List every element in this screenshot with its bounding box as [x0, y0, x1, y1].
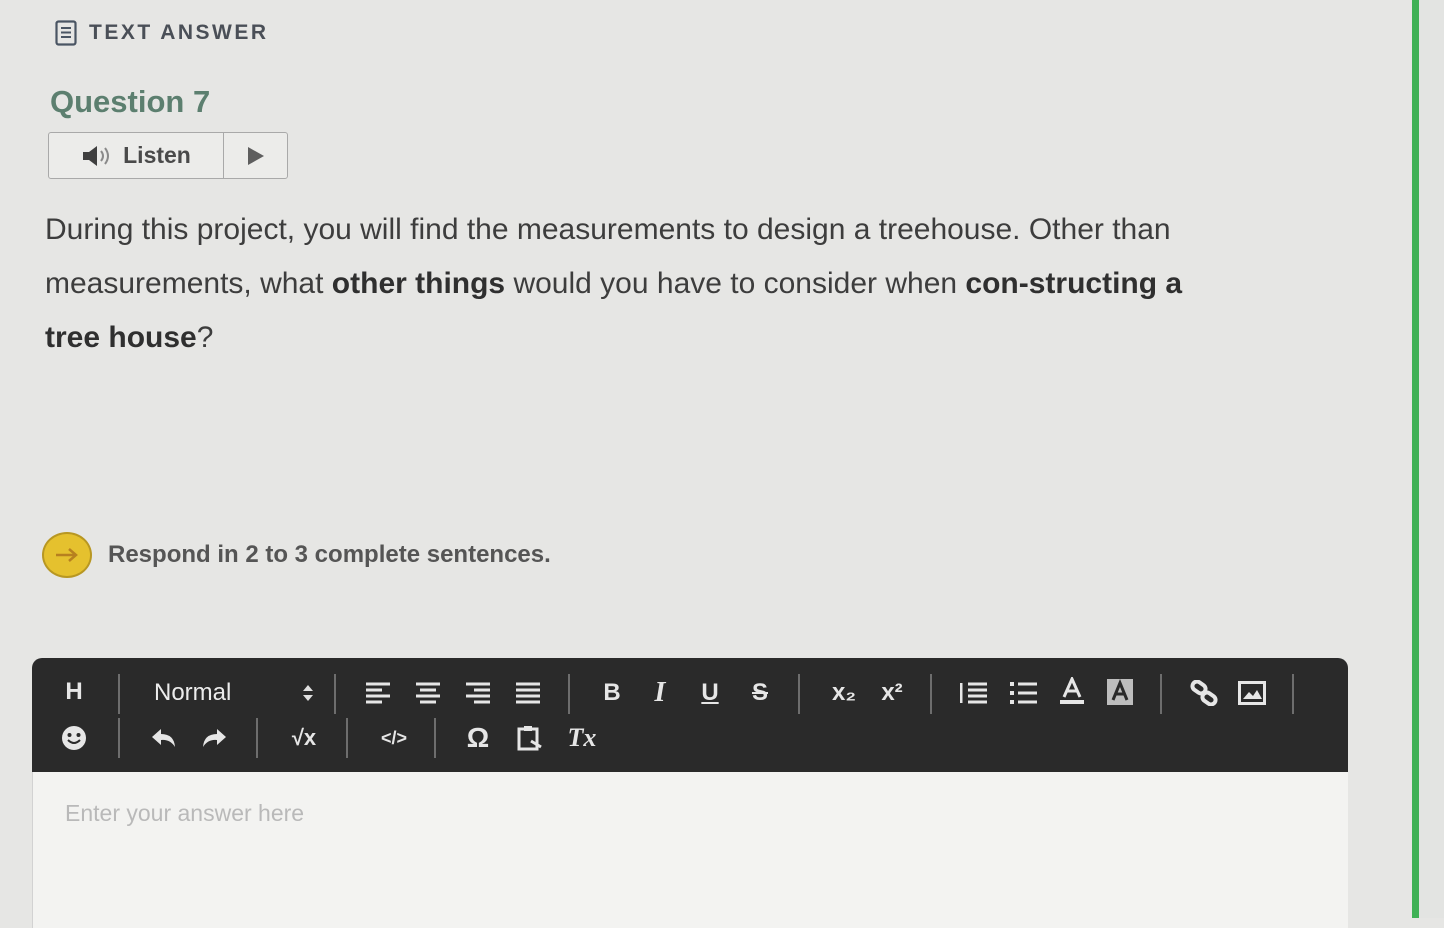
text-color-icon[interactable] [1056, 675, 1088, 707]
strikethrough-button[interactable]: S [744, 677, 776, 709]
speaker-icon [83, 145, 110, 166]
prompt-text-2: would you have to consider when [505, 267, 966, 300]
section-header: TEXT ANSWER [55, 20, 269, 46]
superscript-button[interactable]: x² [874, 677, 910, 709]
toolbar-divider [334, 674, 336, 714]
undo-icon[interactable] [148, 722, 180, 754]
align-left-icon[interactable] [362, 677, 394, 709]
bold-button[interactable]: B [596, 677, 628, 709]
ordered-list-icon[interactable] [958, 677, 990, 709]
question-title: Question 7 [50, 84, 211, 119]
toolbar-divider [568, 674, 570, 714]
arrow-right-icon [42, 532, 92, 578]
play-icon [247, 146, 264, 165]
question-prompt: During this project, you will find the m… [45, 203, 1240, 365]
prompt-emphasis-1: other things [331, 267, 506, 300]
highlight-color-icon[interactable] [1104, 676, 1136, 708]
listen-button[interactable]: Listen [49, 133, 224, 178]
toolbar-divider [930, 674, 932, 714]
toolbar-divider [256, 718, 258, 758]
formula-button[interactable]: √x [282, 722, 326, 754]
listen-label: Listen [123, 142, 191, 168]
underline-button[interactable]: U [694, 677, 726, 709]
format-select[interactable]: Normal [154, 674, 314, 712]
toolbar-divider [434, 718, 436, 758]
format-select-value: Normal [154, 679, 232, 706]
emoji-icon[interactable] [58, 722, 90, 754]
toolbar-divider [1292, 674, 1294, 714]
image-icon[interactable] [1236, 677, 1268, 709]
listen-widget: Listen [48, 132, 288, 179]
bullet-list-icon[interactable] [1008, 677, 1040, 709]
play-button[interactable] [224, 133, 287, 178]
italic-button[interactable]: I [644, 677, 676, 709]
select-arrows-icon [303, 685, 313, 701]
code-button[interactable]: </> [372, 722, 416, 754]
answer-area [32, 772, 1348, 928]
link-icon[interactable] [1188, 677, 1220, 709]
answer-editor: H Normal B I U S x₂ x² √x </> Ω Tx Enter… [32, 658, 1348, 928]
editor-toolbar: H Normal B I U S x₂ x² √x </> Ω Tx [32, 658, 1348, 772]
heading-button[interactable]: H [58, 676, 90, 708]
subscript-button[interactable]: x₂ [826, 677, 862, 709]
toolbar-divider [118, 674, 120, 714]
redo-icon[interactable] [198, 722, 230, 754]
toolbar-divider [346, 718, 348, 758]
answer-input[interactable] [33, 772, 1348, 928]
instruction-row: Respond in 2 to 3 complete sentences. [42, 532, 551, 578]
section-title: TEXT ANSWER [89, 21, 269, 44]
toolbar-divider [1160, 674, 1162, 714]
align-center-icon[interactable] [412, 677, 444, 709]
toolbar-divider [118, 718, 120, 758]
align-right-icon[interactable] [462, 677, 494, 709]
special-character-button[interactable]: Ω [462, 722, 494, 754]
toolbar-divider [798, 674, 800, 714]
instruction-text: Respond in 2 to 3 complete sentences. [108, 541, 551, 568]
document-icon [55, 20, 77, 46]
align-justify-icon[interactable] [512, 677, 544, 709]
clear-format-button[interactable]: Tx [566, 722, 598, 754]
right-margin [1419, 0, 1444, 918]
clipboard-icon[interactable] [514, 722, 546, 754]
prompt-text-3: ? [196, 321, 214, 354]
green-accent-rail [1412, 0, 1419, 918]
